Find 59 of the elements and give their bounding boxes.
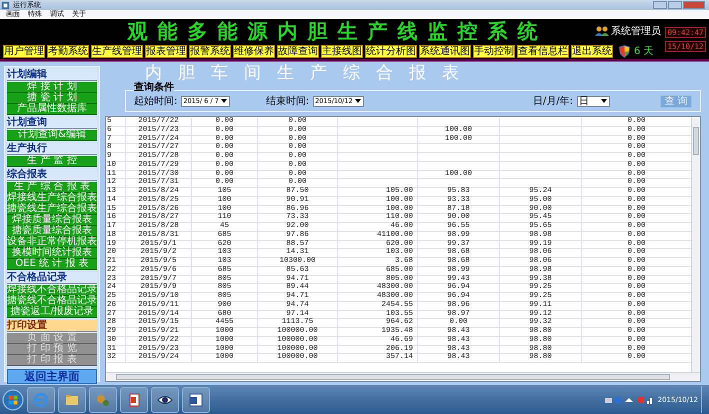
browser-icon[interactable] (33, 392, 49, 408)
nav-button[interactable]: 故障查询 (277, 44, 319, 58)
sidebar-button[interactable]: 焊 接 计 划 (7, 82, 97, 93)
query-title: 查询条件 (134, 82, 174, 93)
nav-button[interactable]: 生产线管理 (91, 44, 143, 58)
sidebar-button[interactable]: 生 产 监 控 (7, 156, 97, 167)
field-label: 日/月/年: (532, 95, 573, 108)
sidebar-button[interactable]: 搪瓷线不合格品记录 (7, 296, 97, 307)
nav-button[interactable]: 主接线图 (321, 44, 363, 58)
nav-button[interactable]: 手动控制 (473, 44, 515, 58)
start-button[interactable] (2, 388, 24, 410)
days-counter: 6 天 (634, 45, 654, 58)
sidebar-button[interactable]: 产品属性数据库 (7, 104, 97, 115)
horizontal-scrollbar[interactable] (106, 372, 700, 381)
sidebar-button[interactable]: 设备非正常停机报表 (7, 237, 97, 248)
minimize-button[interactable] (653, 1, 667, 9)
sidebar-button[interactable]: 计划查询&编辑 (7, 130, 97, 141)
report-title: 内胆车间生产综合报表 (145, 62, 476, 83)
nav-button[interactable]: 系统通讯图 (419, 44, 471, 58)
section-title: 生产执行 (7, 143, 97, 155)
sidebar-button[interactable]: 换模时间统计报表 (7, 248, 97, 259)
sidebar-button[interactable]: 焊接质量综合报表 (7, 215, 97, 226)
sidebar-button[interactable]: 搪 瓷 计 划 (7, 93, 97, 104)
field-label: 起始时间: (134, 94, 178, 108)
sidebar-button[interactable]: 焊接线生产综合报表 (7, 193, 97, 204)
period-dropdown[interactable]: 日 (577, 96, 610, 106)
nav-button[interactable]: 退出系统 (571, 44, 613, 58)
users-icon (595, 26, 609, 36)
return-button[interactable]: 返回主界面 (7, 369, 97, 384)
sidebar-button[interactable]: 焊接线不合格品记录 (7, 285, 97, 296)
sidebar-button[interactable]: 搪瓷线生产综合报表 (7, 204, 97, 215)
shield-icon (619, 44, 630, 58)
nav-button[interactable]: 查看信息栏 (517, 44, 569, 58)
query-button[interactable]: 查 询 (660, 94, 692, 108)
nav-button[interactable]: 维修保养 (233, 44, 275, 58)
section-title: 打印设置 (7, 320, 97, 332)
nav-button[interactable]: 统计分析图 (365, 44, 417, 58)
caret-icon (354, 97, 362, 105)
nav-button[interactable]: 报警系统 (189, 44, 231, 58)
section-title: 综合报表 (7, 169, 97, 181)
user-name: 系统管理员 (611, 24, 661, 38)
close-button[interactable] (683, 1, 705, 9)
nav-button[interactable]: 考勤系统 (47, 44, 89, 58)
field-label: 结束时间: (266, 94, 310, 108)
section-title: 计划编辑 (7, 69, 97, 81)
section-title: 计划查询 (7, 117, 97, 129)
system-title: 观能多能源内胆生产线监控系统 (126, 18, 548, 44)
tray-icons[interactable] (604, 394, 655, 404)
sidebar-button[interactable]: 搪瓷质量综合报表 (7, 226, 97, 237)
nav-button[interactable]: 用户管理 (3, 44, 45, 58)
caret-icon (600, 97, 608, 105)
nav-button[interactable]: 报表管理 (145, 44, 187, 58)
maximize-button[interactable] (668, 1, 682, 9)
vertical-scrollbar[interactable] (691, 117, 700, 372)
sidebar-button[interactable]: 搪瓷返工/报废记录 (7, 307, 97, 318)
caret-icon (220, 97, 228, 105)
sidebar-button[interactable]: 生 产 综 合 报 表 (7, 182, 97, 193)
sidebar-button[interactable]: OEE 统 计 报 表 (7, 259, 97, 270)
section-title: 不合格品记录 (7, 272, 97, 284)
